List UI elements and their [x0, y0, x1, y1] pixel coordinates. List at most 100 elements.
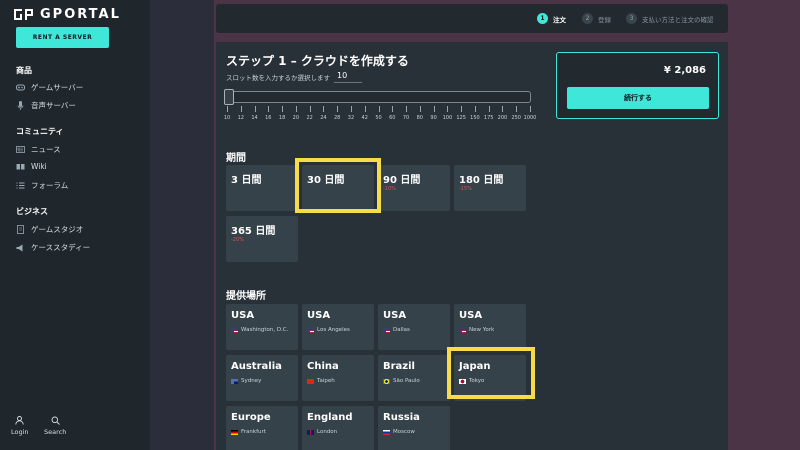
- location-usa-washington[interactable]: USA Washington, D.C.: [226, 304, 298, 350]
- nav-item-label: 音声サーバー: [31, 101, 76, 110]
- step-label: 支払い方法と注文の確認: [642, 15, 714, 24]
- list-icon: [16, 182, 25, 190]
- location-usa-los-angeles[interactable]: USA Los Angeles: [302, 304, 374, 350]
- slider-tick: [378, 106, 380, 112]
- location-russia-moscow[interactable]: Russia Moscow: [378, 406, 450, 450]
- us-flag-icon: [383, 327, 390, 333]
- slider-tick-label: 150: [470, 115, 480, 121]
- step-label: 登録: [598, 15, 611, 24]
- rent-a-server-button[interactable]: RENT A SERVER: [16, 27, 109, 48]
- login-label: Login: [11, 428, 29, 436]
- location-brazil-sao-paulo[interactable]: Brazil São Paulo: [378, 355, 450, 401]
- search-label: Search: [44, 428, 67, 436]
- de-flag-icon: [231, 429, 238, 435]
- order-stepper: 1 注文 2 登録 3 支払い方法と注文の確認: [216, 4, 728, 33]
- nav-item-game-studio[interactable]: ゲームスタジオ: [16, 224, 83, 235]
- slider-tick: [502, 106, 504, 112]
- search-button[interactable]: Search: [44, 416, 66, 436]
- slider-tick: [392, 106, 394, 112]
- slider-tick-label: 90: [430, 115, 437, 121]
- location-usa-new-york[interactable]: USA New York: [454, 304, 526, 350]
- duration-option-90-days[interactable]: 90 日間 -10%: [378, 165, 450, 211]
- megaphone-icon: [16, 244, 25, 252]
- nav-section-community: コミュニティ: [16, 127, 64, 136]
- location-country: USA: [459, 310, 483, 321]
- location-country: USA: [307, 310, 331, 321]
- search-icon: [51, 416, 60, 425]
- slider-tick: [488, 106, 490, 112]
- location-country: Australia: [231, 361, 282, 372]
- slider-tick-label: 12: [237, 115, 244, 121]
- duration-label: 180 日間: [459, 175, 504, 186]
- gb-flag-icon: [307, 429, 314, 435]
- slider-tick: [406, 106, 408, 112]
- slider-tick-label: 14: [251, 115, 258, 121]
- br-flag-icon: [383, 378, 390, 384]
- location-country: Europe: [231, 412, 271, 423]
- login-button[interactable]: Login: [11, 416, 29, 436]
- slider-tick: [474, 106, 476, 112]
- slider-tick-label: 80: [416, 115, 423, 121]
- gportal-logo-icon: [14, 9, 34, 20]
- location-city: São Paulo: [393, 378, 420, 384]
- step-payment[interactable]: 3 支払い方法と注文の確認: [626, 13, 714, 24]
- location-city: Taipeh: [317, 378, 335, 384]
- slot-slider-track[interactable]: [225, 91, 531, 103]
- nav-item-label: Wiki: [31, 162, 47, 171]
- location-city-wrap: Taipeh: [307, 378, 335, 384]
- location-usa-dallas[interactable]: USA Dallas: [378, 304, 450, 350]
- slot-count-input[interactable]: 10: [334, 69, 362, 83]
- slider-tick: [240, 106, 242, 112]
- location-city-wrap: New York: [459, 327, 494, 333]
- slider-tick-label: 1000: [523, 115, 537, 121]
- nav-item-label: ゲームスタジオ: [31, 225, 84, 234]
- location-city: Washington, D.C.: [241, 327, 289, 333]
- duration-option-365-days[interactable]: 365 日間 -20%: [226, 216, 298, 262]
- us-flag-icon: [231, 327, 238, 333]
- slot-count-label: スロット数を入力するか選択します: [226, 74, 330, 82]
- nav-item-voice-servers[interactable]: 音声サーバー: [16, 100, 76, 111]
- user-icon: [15, 416, 24, 425]
- ru-flag-icon: [383, 429, 390, 435]
- slider-tick: [254, 106, 256, 112]
- step-number: 1: [537, 13, 548, 24]
- location-china-taipeh[interactable]: China Taipeh: [302, 355, 374, 401]
- slider-tick: [309, 106, 311, 112]
- gportal-logo[interactable]: GPORTAL: [14, 7, 121, 22]
- nav-item-news[interactable]: ニュース: [16, 144, 61, 155]
- step-order[interactable]: 1 注文: [537, 13, 566, 24]
- step-number: 3: [626, 13, 637, 24]
- step-register[interactable]: 2 登録: [582, 13, 611, 24]
- nav-item-wiki[interactable]: Wiki: [16, 162, 47, 171]
- slider-tick-label: 22: [306, 115, 313, 121]
- location-city-wrap: Dallas: [383, 327, 410, 333]
- continue-button[interactable]: 続行する: [567, 87, 709, 109]
- slider-tick-label: 250: [511, 115, 521, 121]
- location-city-wrap: Moscow: [383, 429, 415, 435]
- location-city-wrap: Sydney: [231, 378, 261, 384]
- location-city: New York: [469, 327, 495, 333]
- nav-item-label: ケーススタディー: [31, 243, 91, 252]
- slider-tick-label: 28: [333, 115, 341, 121]
- nav-item-forum[interactable]: フォーラム: [16, 180, 68, 191]
- slider-tick-label: 20: [292, 115, 300, 121]
- background-panel: [150, 0, 214, 450]
- slider-tick-label: 60: [389, 115, 396, 121]
- nav-item-game-servers[interactable]: ゲームサーバー: [16, 82, 83, 93]
- location-country: Brazil: [383, 361, 415, 372]
- location-europe-frankfurt[interactable]: Europe Frankfurt: [226, 406, 298, 450]
- slider-tick: [364, 106, 366, 112]
- slider-tick: [282, 106, 284, 112]
- logo-text: GPORTAL: [40, 7, 121, 22]
- location-city-wrap: London: [307, 429, 337, 435]
- location-england-london[interactable]: England London: [302, 406, 374, 450]
- newspaper-icon: [16, 146, 25, 154]
- slider-tick-label: 16: [265, 115, 272, 121]
- slider-tick: [268, 106, 270, 112]
- slider-tick: [461, 106, 463, 112]
- duration-option-3-days[interactable]: 3 日間: [226, 165, 298, 211]
- location-australia-sydney[interactable]: Australia Sydney: [226, 355, 298, 401]
- nav-item-case-studies[interactable]: ケーススタディー: [16, 242, 90, 253]
- duration-option-180-days[interactable]: 180 日間 -15%: [454, 165, 526, 211]
- slot-slider-handle[interactable]: [224, 89, 234, 105]
